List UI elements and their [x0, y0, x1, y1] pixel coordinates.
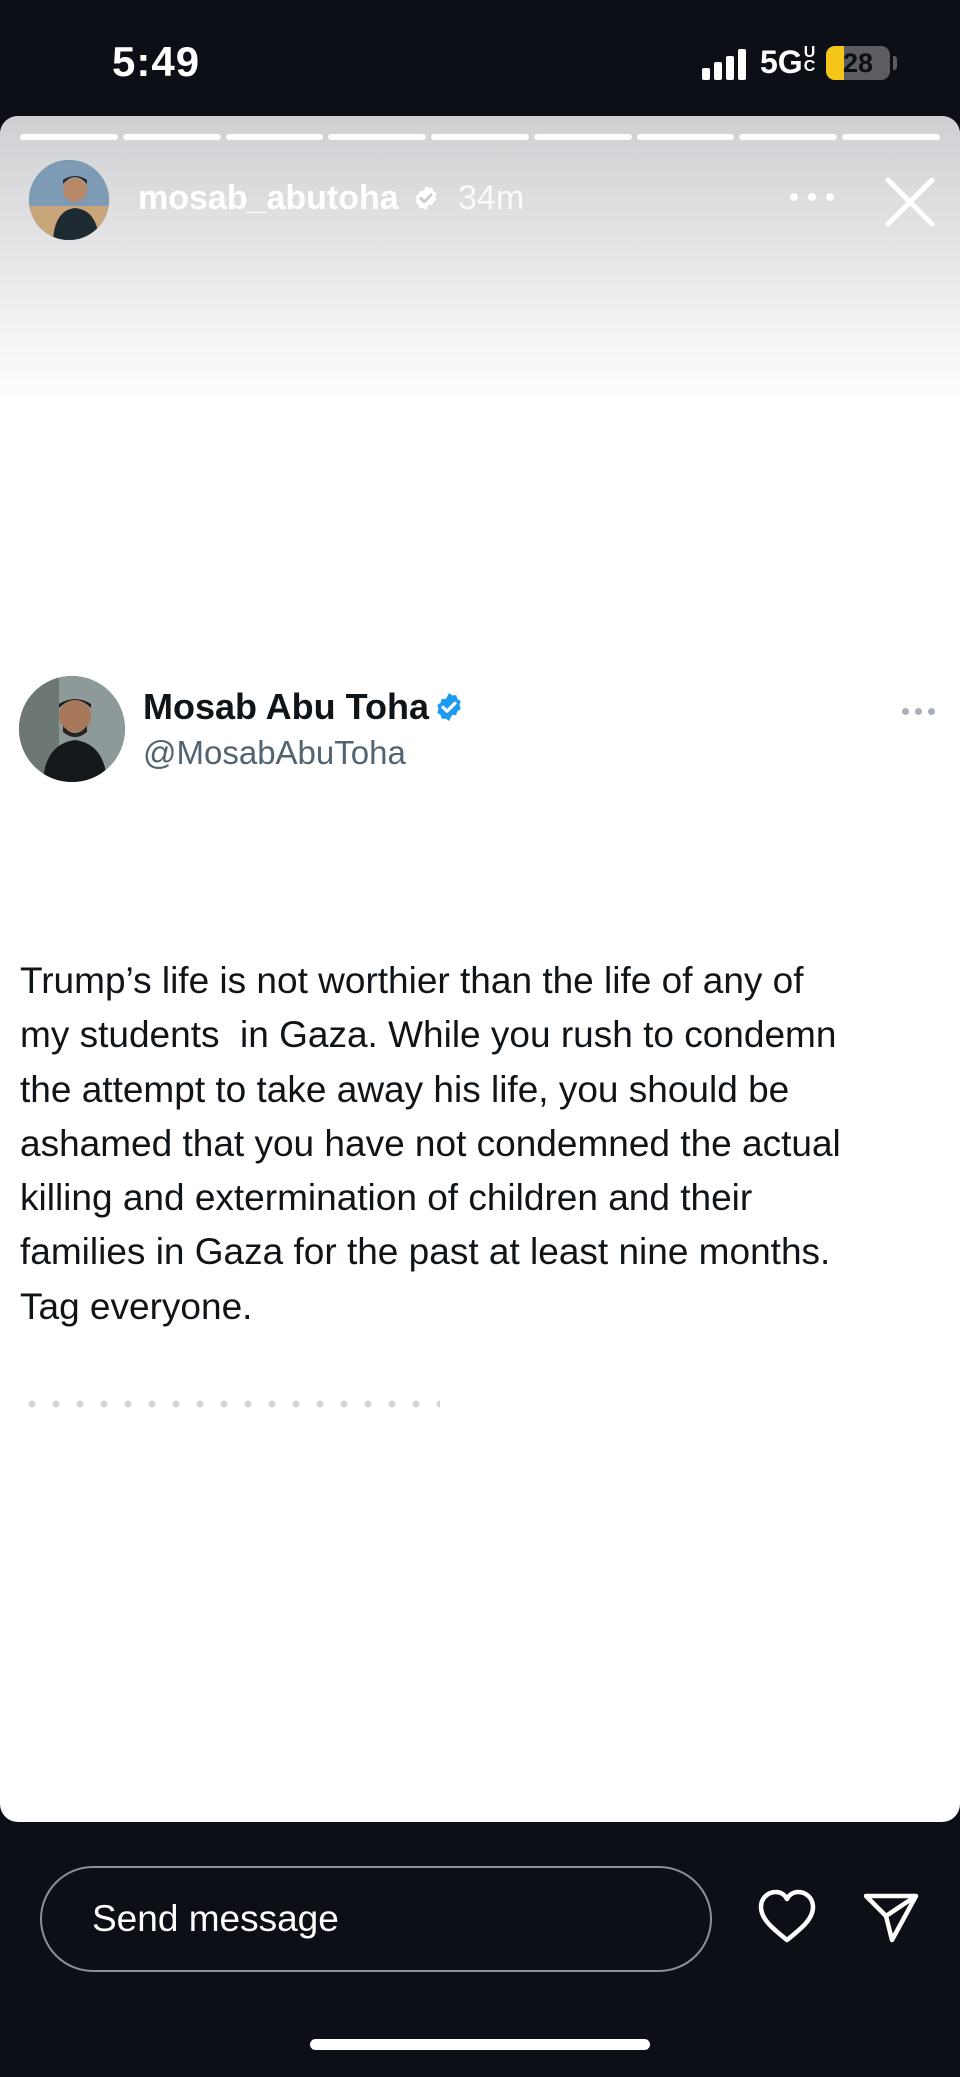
home-indicator[interactable] — [310, 2039, 650, 2050]
verified-badge-icon — [437, 693, 461, 721]
verified-badge-icon — [415, 185, 437, 211]
tweet-handle: @MosabAbuToha — [143, 734, 406, 771]
story-progress-segment — [636, 134, 735, 140]
story-progress-segment — [842, 134, 941, 140]
story-progress-segment — [739, 134, 838, 140]
send-icon[interactable] — [862, 1888, 920, 1946]
story-progress-segment — [122, 134, 221, 140]
story-progress-segment — [533, 134, 632, 140]
tweet-author-avatar — [19, 676, 125, 782]
battery-tip — [893, 56, 897, 70]
network-type: 5GU C — [760, 44, 816, 80]
send-message-input[interactable]: Send message — [40, 1866, 712, 1972]
tweet-text: Trump’s life is not worthier than the li… — [20, 960, 841, 1327]
close-icon[interactable] — [880, 172, 940, 232]
story-progress-segment — [431, 134, 529, 140]
send-message-placeholder: Send message — [92, 1898, 339, 1939]
story-progress-segment — [225, 134, 324, 140]
story-time-ago: 34m — [458, 179, 525, 217]
battery-icon: 28 — [826, 46, 890, 80]
story-username[interactable]: mosab_abutoha — [138, 179, 399, 218]
story-author-avatar[interactable] — [29, 160, 109, 240]
battery-level: 28 — [842, 48, 874, 78]
story-progress-segment — [328, 134, 427, 140]
heart-icon[interactable] — [756, 1888, 818, 1946]
story-viewer[interactable]: mosab_abutoha 34m Mosab Abu Toha @MosabA… — [0, 116, 960, 1822]
status-bar: 5:49 5GU C 28 — [0, 0, 960, 118]
tweet-display-name: Mosab Abu Toha — [143, 686, 429, 727]
tweet-more-icon — [902, 705, 936, 719]
story-progress-bar — [20, 134, 941, 140]
tweet-cropped-timestamp — [20, 1400, 440, 1408]
status-time: 5:49 — [112, 38, 201, 85]
cellular-signal-icon — [702, 48, 750, 80]
more-options-icon[interactable] — [790, 186, 834, 206]
story-top-gradient — [0, 116, 960, 406]
story-progress-segment — [20, 134, 118, 140]
